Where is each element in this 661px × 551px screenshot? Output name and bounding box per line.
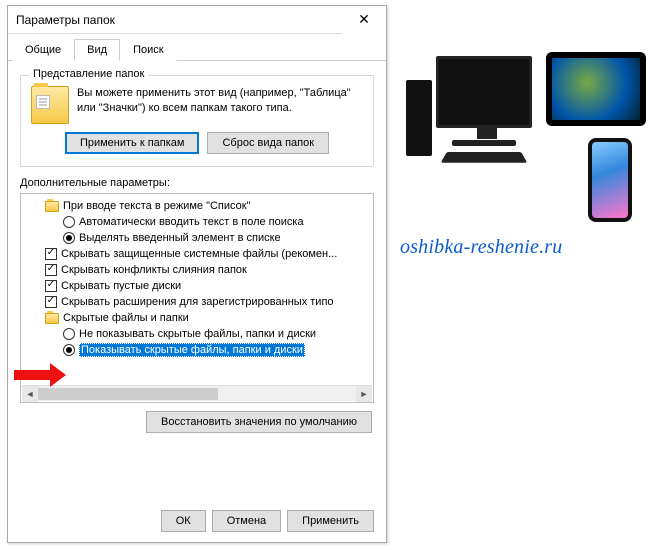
folder-icon [45, 201, 59, 212]
arrow-head-icon [50, 363, 66, 387]
radio-icon [63, 216, 75, 228]
checkbox-icon [45, 296, 57, 308]
tree-label: Не показывать скрытые файлы, папки и дис… [79, 328, 316, 340]
reset-folders-button[interactable]: Сброс вида папок [207, 132, 329, 154]
tree-check[interactable]: Скрывать пустые диски [27, 278, 371, 294]
apply-to-folders-button[interactable]: Применить к папкам [65, 132, 200, 154]
ok-button[interactable]: ОК [161, 510, 206, 532]
apply-button[interactable]: Применить [287, 510, 374, 532]
folder-views-group: Представление папок Вы можете применить … [20, 75, 374, 167]
tree-radio[interactable]: Не показывать скрытые файлы, папки и дис… [27, 326, 371, 342]
tree-label: Выделять введенный элемент в списке [79, 232, 281, 244]
tab-general[interactable]: Общие [12, 39, 74, 61]
dialog-body: Представление папок Вы можете применить … [8, 61, 386, 449]
tab-strip: Общие Вид Поиск [8, 34, 386, 61]
tablet-icon [546, 52, 646, 126]
pc-tower-icon [406, 80, 432, 156]
tree-radio[interactable]: Выделять введенный элемент в списке [27, 230, 371, 246]
scroll-thumb[interactable] [38, 388, 218, 400]
window-title: Параметры папок [16, 13, 342, 27]
advanced-tree[interactable]: При вводе текста в режиме "Список" Автом… [20, 193, 374, 403]
checkbox-icon [45, 280, 57, 292]
tree-label: Автоматически вводить текст в поле поиск… [79, 216, 304, 228]
group-legend: Представление папок [29, 68, 148, 80]
tree-folder: Скрытые файлы и папки [27, 310, 371, 326]
tree-radio[interactable]: Автоматически вводить текст в поле поиск… [27, 214, 371, 230]
promo-block: oshibka-reshenie.ru [400, 50, 650, 259]
titlebar[interactable]: Параметры папок ✕ [8, 6, 386, 34]
tree-label: При вводе текста в режиме "Список" [63, 200, 250, 212]
tree-radio-selected[interactable]: Показывать скрытые файлы, папки и диски [27, 342, 371, 358]
tab-view[interactable]: Вид [74, 39, 120, 61]
monitor-base-icon [452, 140, 516, 146]
tree-check[interactable]: Скрывать расширения для зарегистрированн… [27, 294, 371, 310]
scroll-left-button[interactable]: ◄ [22, 386, 38, 402]
arrow-body [14, 370, 50, 380]
annotation-arrow [14, 370, 50, 383]
tree-label: Скрывать пустые диски [61, 280, 181, 292]
advanced-label: Дополнительные параметры: [20, 177, 374, 189]
tree-label: Скрытые файлы и папки [63, 312, 189, 324]
group-description: Вы можете применить этот вид (например, … [77, 86, 357, 116]
radio-icon [63, 344, 75, 356]
checkbox-icon [45, 264, 57, 276]
radio-icon [63, 328, 75, 340]
keyboard-icon [441, 152, 527, 163]
scroll-track[interactable] [38, 386, 356, 402]
devices-illustration [400, 50, 650, 210]
promo-url: oshibka-reshenie.ru [400, 236, 650, 259]
radio-icon [63, 232, 75, 244]
dialog-footer: ОК Отмена Применить [161, 510, 374, 532]
folder-icon [45, 313, 59, 324]
phone-icon [588, 138, 632, 222]
restore-defaults-button[interactable]: Восстановить значения по умолчанию [146, 411, 372, 433]
folder-icon [31, 86, 69, 124]
horizontal-scrollbar[interactable]: ◄ ► [22, 385, 372, 401]
close-button[interactable]: ✕ [342, 6, 386, 34]
tree-label: Скрывать конфликты слияния папок [61, 264, 247, 276]
tree-folder: При вводе текста в режиме "Список" [27, 198, 371, 214]
folder-options-dialog: Параметры папок ✕ Общие Вид Поиск Предст… [7, 5, 387, 543]
checkbox-icon [45, 248, 57, 260]
tree-label: Скрывать расширения для зарегистрированн… [61, 296, 334, 308]
tree-check[interactable]: Скрывать защищенные системные файлы (рек… [27, 246, 371, 262]
close-icon: ✕ [358, 11, 370, 28]
cancel-button[interactable]: Отмена [212, 510, 281, 532]
tab-search[interactable]: Поиск [120, 39, 176, 61]
tree-check[interactable]: Скрывать конфликты слияния папок [27, 262, 371, 278]
monitor-icon [436, 56, 532, 128]
tree-label: Показывать скрытые файлы, папки и диски [79, 343, 305, 357]
scroll-right-button[interactable]: ► [356, 386, 372, 402]
tree-label: Скрывать защищенные системные файлы (рек… [61, 248, 337, 260]
